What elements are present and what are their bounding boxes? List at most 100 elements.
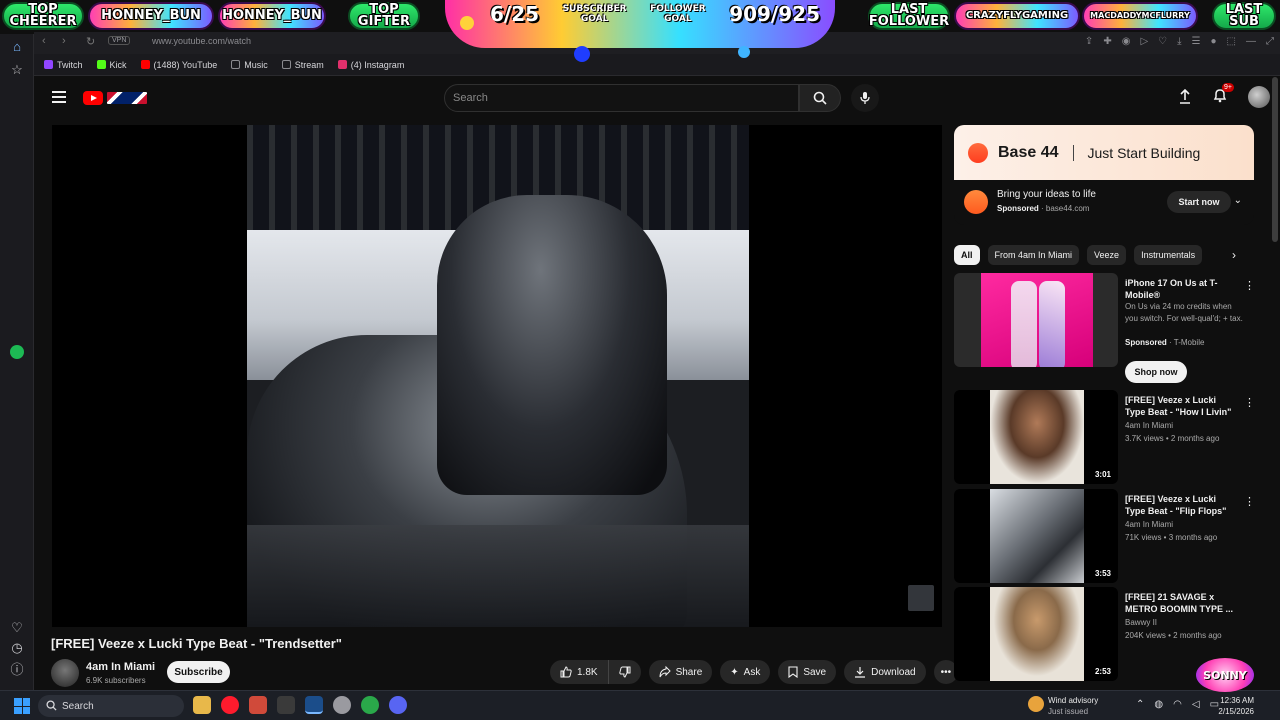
video-recommendation[interactable]: 3:53 [FREE] Veeze x Lucki Type Beat - "F…	[954, 489, 1255, 583]
bookmark-twitch[interactable]: Twitch	[44, 60, 83, 70]
rec-channel[interactable]: 4am In Miami	[1125, 519, 1173, 531]
fullscreen-icon[interactable]: ⤢	[1266, 36, 1274, 47]
top-gifter-name: HONNEY_BUN	[218, 2, 326, 30]
more-vertical-icon[interactable]: ⋮	[1244, 396, 1255, 409]
rec-title[interactable]: [FREE] 21 SAVAGE x METRO BOOMIN TYPE ...	[1125, 591, 1237, 615]
chip-veeze[interactable]: Veeze	[1087, 245, 1127, 265]
discord-icon[interactable]	[389, 696, 407, 714]
profile-icon[interactable]: ●	[1211, 36, 1217, 47]
share-page-icon[interactable]: ⇪	[1085, 36, 1093, 47]
network-icon[interactable]: ◍	[1154, 699, 1163, 710]
taskbar-clock[interactable]: 12:36 AM 2/15/2026	[1214, 695, 1254, 717]
bookmark-youtube[interactable]: (1488) YouTube	[140, 60, 217, 70]
save-button[interactable]: Save	[778, 660, 837, 684]
share-button[interactable]: Share	[648, 660, 713, 684]
minimize-icon[interactable]: —	[1246, 36, 1256, 47]
last-follower-name: CRAZYFLYGAMING	[954, 2, 1080, 30]
youtube-logo[interactable]	[83, 90, 149, 106]
heart-icon[interactable]: ♡	[1158, 36, 1167, 47]
volume-icon[interactable]: ◁	[1192, 699, 1200, 710]
screenshot-icon[interactable]: ⬚	[1227, 36, 1236, 47]
hamburger-menu-icon[interactable]	[52, 91, 66, 103]
heart-icon[interactable]: ♡	[9, 620, 25, 636]
obs-icon[interactable]	[333, 696, 351, 714]
vpn-badge[interactable]: VPN	[108, 36, 131, 45]
chevron-up-icon[interactable]: ⌃	[1136, 699, 1144, 710]
shop-now-button[interactable]: Shop now	[1125, 361, 1187, 383]
wifi-icon[interactable]: ◠	[1173, 699, 1182, 710]
steam-icon[interactable]	[305, 696, 323, 714]
opera-icon[interactable]	[221, 696, 239, 714]
extension-icon[interactable]: ✚	[1103, 36, 1111, 47]
more-vertical-icon[interactable]: ⋮	[1244, 495, 1255, 508]
account-avatar[interactable]	[1248, 86, 1270, 108]
info-icon[interactable]: ⓘ	[9, 660, 25, 677]
dislike-button[interactable]	[608, 660, 641, 684]
bookmark-kick[interactable]: Kick	[96, 60, 127, 70]
ad-domain: base44.com	[1045, 204, 1090, 213]
top-gifter-label: TOP GIFTER	[348, 2, 420, 30]
chevron-right-icon[interactable]: ›	[1232, 248, 1236, 262]
rec-thumbnail[interactable]: 2:53	[954, 587, 1118, 681]
url-field[interactable]: www.youtube.com/watch	[152, 36, 251, 46]
reload-icon[interactable]: ↻	[86, 35, 95, 48]
video-player[interactable]	[52, 125, 942, 627]
upload-icon[interactable]	[1178, 89, 1192, 105]
app-icon[interactable]	[249, 696, 267, 714]
voice-search-button[interactable]	[851, 84, 879, 112]
ad-cta-button[interactable]: Start now	[1167, 191, 1231, 213]
rec-channel[interactable]: 4am In Miami	[1125, 420, 1173, 432]
sponsored-label: Sponsored	[1125, 338, 1167, 347]
back-icon[interactable]: ‹	[42, 35, 46, 47]
search-input[interactable]: Search	[444, 84, 799, 112]
video-recommendation[interactable]: 3:01 [FREE] Veeze x Lucki Type Beat - "H…	[954, 390, 1255, 484]
menu-icon[interactable]: ☰	[1192, 36, 1201, 47]
ad-banner[interactable]: Base 44 Just Start Building	[954, 125, 1254, 180]
forward-icon[interactable]: ›	[62, 35, 66, 47]
sponsored-recommendation[interactable]: iPhone 17 On Us at T-Mobile® On Us via 2…	[954, 273, 1255, 385]
taskbar-search[interactable]: Search	[38, 695, 184, 717]
rec-title[interactable]: [FREE] Veeze x Lucki Type Beat - "Flip F…	[1125, 493, 1237, 517]
more-vertical-icon[interactable]: ⋮	[1244, 279, 1255, 292]
home-icon[interactable]: ⌂	[9, 38, 25, 54]
ask-button[interactable]: ✦ Ask	[720, 660, 771, 684]
rec-title[interactable]: [FREE] Veeze x Lucki Type Beat - "How I …	[1125, 394, 1237, 418]
windows-start-icon[interactable]	[14, 698, 30, 714]
download-icon[interactable]: ⤓	[1177, 36, 1181, 47]
chip-from-channel[interactable]: From 4am In Miami	[987, 245, 1080, 265]
bookmark-music[interactable]: Music	[231, 60, 268, 70]
rec-thumbnail[interactable]: 3:53	[954, 489, 1118, 583]
tracking-icon[interactable]: ◉	[1122, 36, 1131, 47]
player-icon[interactable]: ▷	[1140, 36, 1148, 47]
epic-games-icon[interactable]	[277, 696, 295, 714]
notifications-button[interactable]: 9+	[1212, 82, 1234, 108]
page-scrollbar[interactable]	[1272, 77, 1278, 242]
chip-all[interactable]: All	[954, 245, 980, 265]
stream-overlay: TOP CHEERER HONNEY_BUN HONNEY_BUN TOP GI…	[0, 0, 1280, 62]
video-ground	[247, 525, 749, 627]
channel-avatar[interactable]	[51, 659, 79, 687]
subscribe-button[interactable]: Subscribe	[167, 661, 230, 683]
spotify-icon[interactable]	[9, 344, 25, 360]
xbox-icon[interactable]	[361, 696, 379, 714]
file-explorer-icon[interactable]	[193, 696, 211, 714]
rec-title[interactable]: iPhone 17 On Us at T-Mobile®	[1125, 277, 1237, 301]
like-button[interactable]: 1.8K	[550, 660, 609, 684]
search-button[interactable]	[799, 84, 841, 112]
rec-thumbnail[interactable]: 3:01	[954, 390, 1118, 484]
last-follower-label: LAST FOLLOWER	[868, 2, 950, 30]
history-icon[interactable]: ◷	[9, 640, 25, 656]
bookmark-instagram[interactable]: (4) Instagram	[337, 60, 404, 70]
thumbs-down-icon	[618, 666, 631, 678]
chip-instrumentals[interactable]: Instrumentals	[1134, 245, 1203, 265]
chevron-down-icon[interactable]: ⌄	[1234, 195, 1242, 206]
download-button[interactable]: Download	[844, 660, 926, 684]
masthead-actions: 9+	[1178, 82, 1270, 108]
rec-thumbnail[interactable]	[954, 273, 1118, 367]
channel-name[interactable]: 4am In Miami	[86, 661, 155, 673]
bookmark-stream[interactable]: Stream	[281, 60, 324, 70]
sponsored-ad-card[interactable]: Base 44 Just Start Building Bring your i…	[954, 125, 1254, 225]
channel-watermark[interactable]	[908, 585, 934, 611]
rec-channel[interactable]: Bawwy II	[1125, 617, 1157, 629]
star-icon[interactable]: ☆	[9, 62, 25, 78]
